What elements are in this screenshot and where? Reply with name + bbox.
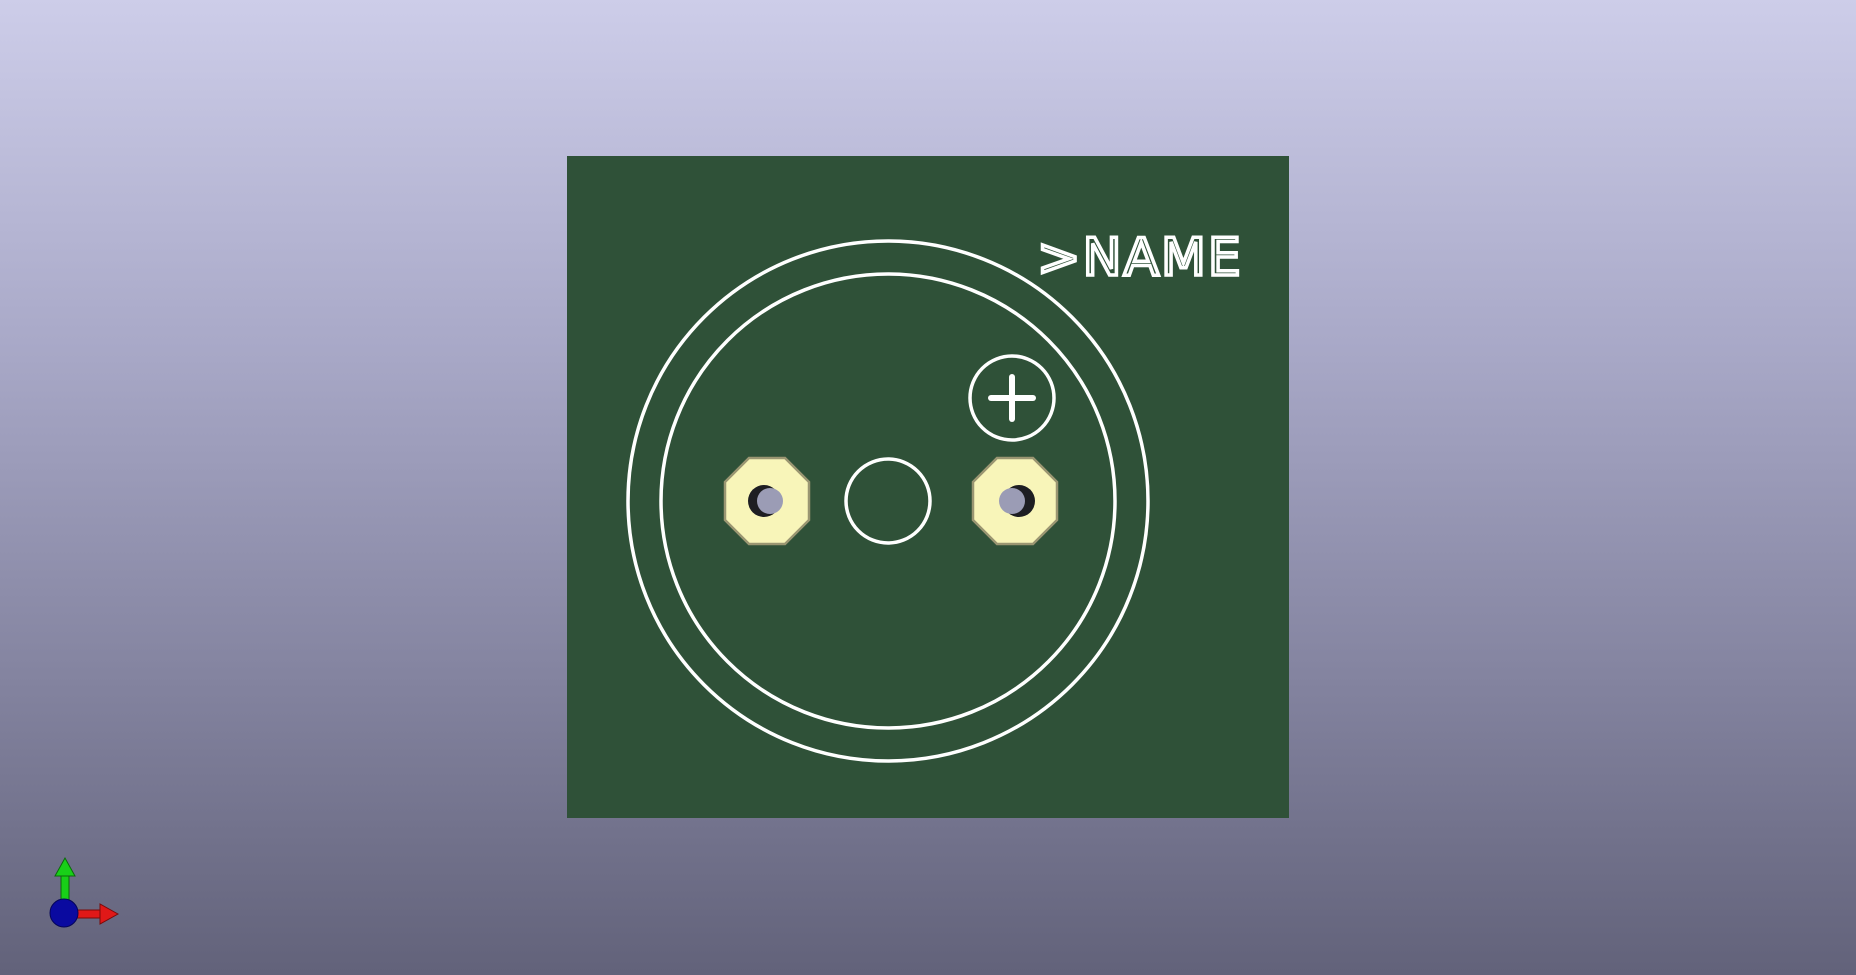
pcb-board[interactable]: >NAME [567,156,1289,818]
xyz-axis-triad-icon[interactable] [40,850,130,940]
z-axis-origin [49,898,79,928]
pad-1[interactable] [723,456,811,546]
3d-viewport[interactable]: >NAME [0,0,1856,975]
component-name-label: >NAME [1037,228,1243,288]
pad-2[interactable] [971,456,1059,546]
